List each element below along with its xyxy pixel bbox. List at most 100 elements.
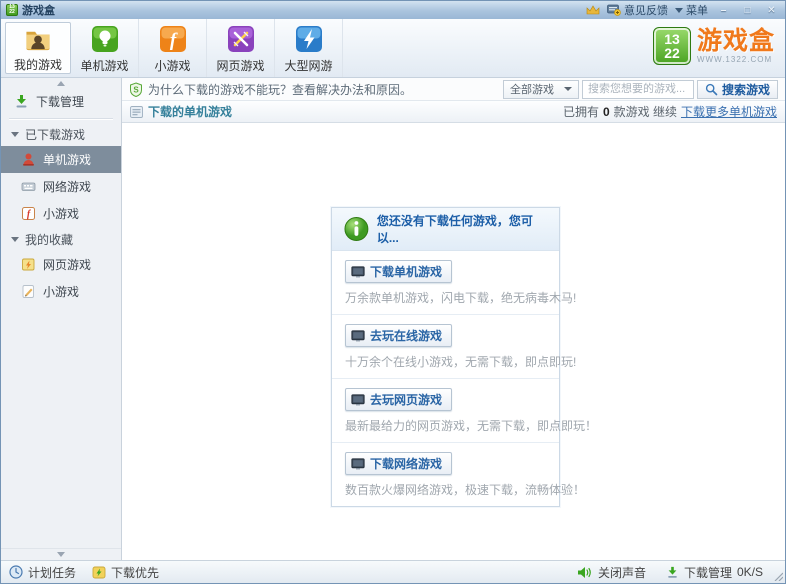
priority-icon	[92, 566, 106, 579]
clock-icon	[9, 565, 23, 579]
download-manager-status[interactable]: 下载管理 0K/S	[666, 564, 763, 581]
download-standalone-button[interactable]: 下载单机游戏	[345, 260, 452, 283]
notice-bar: S 为什么下载的游戏不能玩？查看解决办法和原因。 全部游戏 搜索游戏	[122, 78, 785, 101]
vip-crown-icon[interactable]	[586, 5, 600, 16]
chevron-down-icon	[564, 87, 572, 91]
speaker-icon	[577, 566, 593, 579]
doc-pencil-icon	[21, 284, 36, 299]
app-logo-icon: 1322	[6, 4, 18, 16]
search-button[interactable]: 搜索游戏	[697, 80, 778, 99]
tab-label: 小游戏	[154, 57, 190, 74]
empty-state-header: 您还没有下载任何游戏，您可以...	[332, 208, 559, 251]
action-row: 去玩网页游戏 最新最给力的网页游戏，无需下载，即点即玩！	[332, 379, 559, 443]
sidebar-group-favorites[interactable]: 我的收藏	[1, 227, 121, 251]
search-icon	[705, 83, 718, 96]
my-games-icon	[24, 25, 52, 52]
tab-mmo-games[interactable]: 大型网游	[275, 19, 343, 77]
app-window: 1322 游戏盒 意见反馈 菜单 – □	[0, 0, 786, 584]
tab-web-games[interactable]: 网页游戏	[207, 19, 275, 77]
screen-icon	[351, 394, 365, 406]
brand-logo: 1322 游戏盒 WWW.1322.COM	[653, 27, 775, 65]
main-area: S 为什么下载的游戏不能玩？查看解决办法和原因。 全部游戏 搜索游戏	[122, 78, 785, 560]
svg-text:S: S	[133, 85, 139, 94]
download-network-games-button[interactable]: 下载网络游戏	[345, 452, 452, 475]
brand-name: 游戏盒	[697, 29, 775, 54]
toolbar: 我的游戏 单机游戏 f 小游戏	[1, 19, 785, 78]
sidebar-group-label: 我的收藏	[25, 231, 73, 248]
tab-standalone-games[interactable]: 单机游戏	[71, 19, 139, 77]
sidebar-item-label: 网络游戏	[43, 178, 91, 195]
sidebar-group-label: 已下载游戏	[25, 126, 85, 143]
list-icon	[130, 106, 143, 118]
web-doc-icon	[21, 257, 36, 272]
menu-button[interactable]: 菜单	[675, 2, 708, 18]
mute-sound-button[interactable]: 关闭声音	[577, 564, 646, 581]
empty-state-panel: 您还没有下载任何游戏，您可以... 下载单机游戏 万余款单机游戏，闪电下载，绝无…	[331, 207, 560, 507]
screen-icon	[351, 458, 365, 470]
close-button[interactable]: ✕	[763, 4, 780, 17]
sidebar-item-label: 网页游戏	[43, 256, 91, 273]
sidebar-item-download-manager[interactable]: 下载管理	[1, 88, 121, 115]
standalone-games-icon	[91, 25, 119, 53]
sidebar-scroll-up[interactable]	[1, 78, 121, 88]
brand-site: WWW.1322.COM	[697, 56, 775, 64]
scheduled-tasks-button[interactable]: 计划任务	[9, 564, 76, 581]
feedback-button[interactable]: 意见反馈	[607, 2, 668, 18]
action-row: 下载网络游戏 数百款火爆网络游戏，极速下载，流畅体验！	[332, 443, 559, 506]
tab-my-games[interactable]: 我的游戏	[5, 22, 71, 74]
download-speed: 0K/S	[737, 565, 763, 579]
titlebar: 1322 游戏盒 意见反馈 菜单 – □	[1, 1, 785, 19]
action-desc: 数百款火爆网络游戏，极速下载，流畅体验！	[345, 481, 546, 498]
search-input[interactable]	[582, 80, 694, 99]
window-title: 游戏盒	[22, 2, 55, 18]
sidebar-group-downloaded[interactable]: 已下载游戏	[1, 122, 121, 146]
download-icon	[666, 566, 679, 579]
action-desc: 十万余个在线小游戏，无需下载，即点即玩!	[345, 353, 546, 370]
info-icon	[344, 216, 369, 242]
resize-grip[interactable]	[773, 571, 783, 581]
tab-label: 单机游戏	[80, 57, 128, 74]
sidebar-item-mini-games[interactable]: f 小游戏	[1, 200, 121, 227]
mini-games-flash-icon: f	[159, 25, 187, 53]
sidebar-scroll-down[interactable]	[1, 548, 121, 560]
owned-suffix: 款游戏 继续	[614, 103, 677, 120]
sidebar-item-fav-web-games[interactable]: 网页游戏	[1, 251, 121, 278]
sidebar-item-label: 单机游戏	[43, 151, 91, 168]
sidebar-divider	[9, 118, 113, 119]
tab-mini-games[interactable]: f 小游戏	[139, 19, 207, 77]
download-icon	[14, 94, 29, 109]
download-more-link[interactable]: 下载更多单机游戏	[681, 103, 777, 120]
minimize-button[interactable]: –	[715, 4, 732, 17]
flash-file-icon: f	[21, 206, 36, 221]
brand-1322-icon: 1322	[653, 27, 691, 65]
download-priority-button[interactable]: 下载优先	[92, 564, 159, 581]
sidebar-item-fav-mini-games[interactable]: 小游戏	[1, 278, 121, 305]
action-row: 下载单机游戏 万余款单机游戏，闪电下载，绝无病毒木马!	[332, 251, 559, 315]
sidebar-item-standalone-games[interactable]: 单机游戏	[1, 146, 121, 173]
owned-prefix: 已拥有	[563, 103, 599, 120]
screen-icon	[351, 330, 365, 342]
keyboard-icon	[21, 179, 36, 194]
notice-text[interactable]: 为什么下载的游戏不能玩？查看解决办法和原因。	[148, 81, 412, 98]
sidebar-item-network-games[interactable]: 网络游戏	[1, 173, 121, 200]
sidebar-item-label: 小游戏	[43, 283, 79, 300]
action-desc: 万余款单机游戏，闪电下载，绝无病毒木马!	[345, 289, 546, 306]
play-online-button[interactable]: 去玩在线游戏	[345, 324, 452, 347]
scroll-down-icon	[57, 552, 65, 557]
person-icon	[21, 152, 36, 167]
tab-label: 网页游戏	[216, 57, 264, 74]
empty-state-title: 您还没有下载任何游戏，您可以...	[377, 212, 547, 246]
maximize-button[interactable]: □	[739, 4, 756, 17]
web-games-swords-icon	[227, 25, 255, 53]
mmo-games-lightning-icon	[295, 25, 323, 53]
scroll-up-icon	[57, 81, 65, 86]
content-area: 您还没有下载任何游戏，您可以... 下载单机游戏 万余款单机游戏，闪电下载，绝无…	[122, 123, 785, 560]
play-web-games-button[interactable]: 去玩网页游戏	[345, 388, 452, 411]
content-header: 下载的单机游戏 已拥有 0 款游戏 继续 下载更多单机游戏	[122, 101, 785, 123]
collapse-arrow-icon	[11, 132, 19, 137]
tab-label: 大型网游	[284, 57, 332, 74]
chevron-down-icon	[675, 8, 683, 13]
feedback-icon	[607, 4, 621, 16]
game-filter-dropdown[interactable]: 全部游戏	[503, 80, 579, 99]
tab-label: 我的游戏	[14, 56, 62, 73]
